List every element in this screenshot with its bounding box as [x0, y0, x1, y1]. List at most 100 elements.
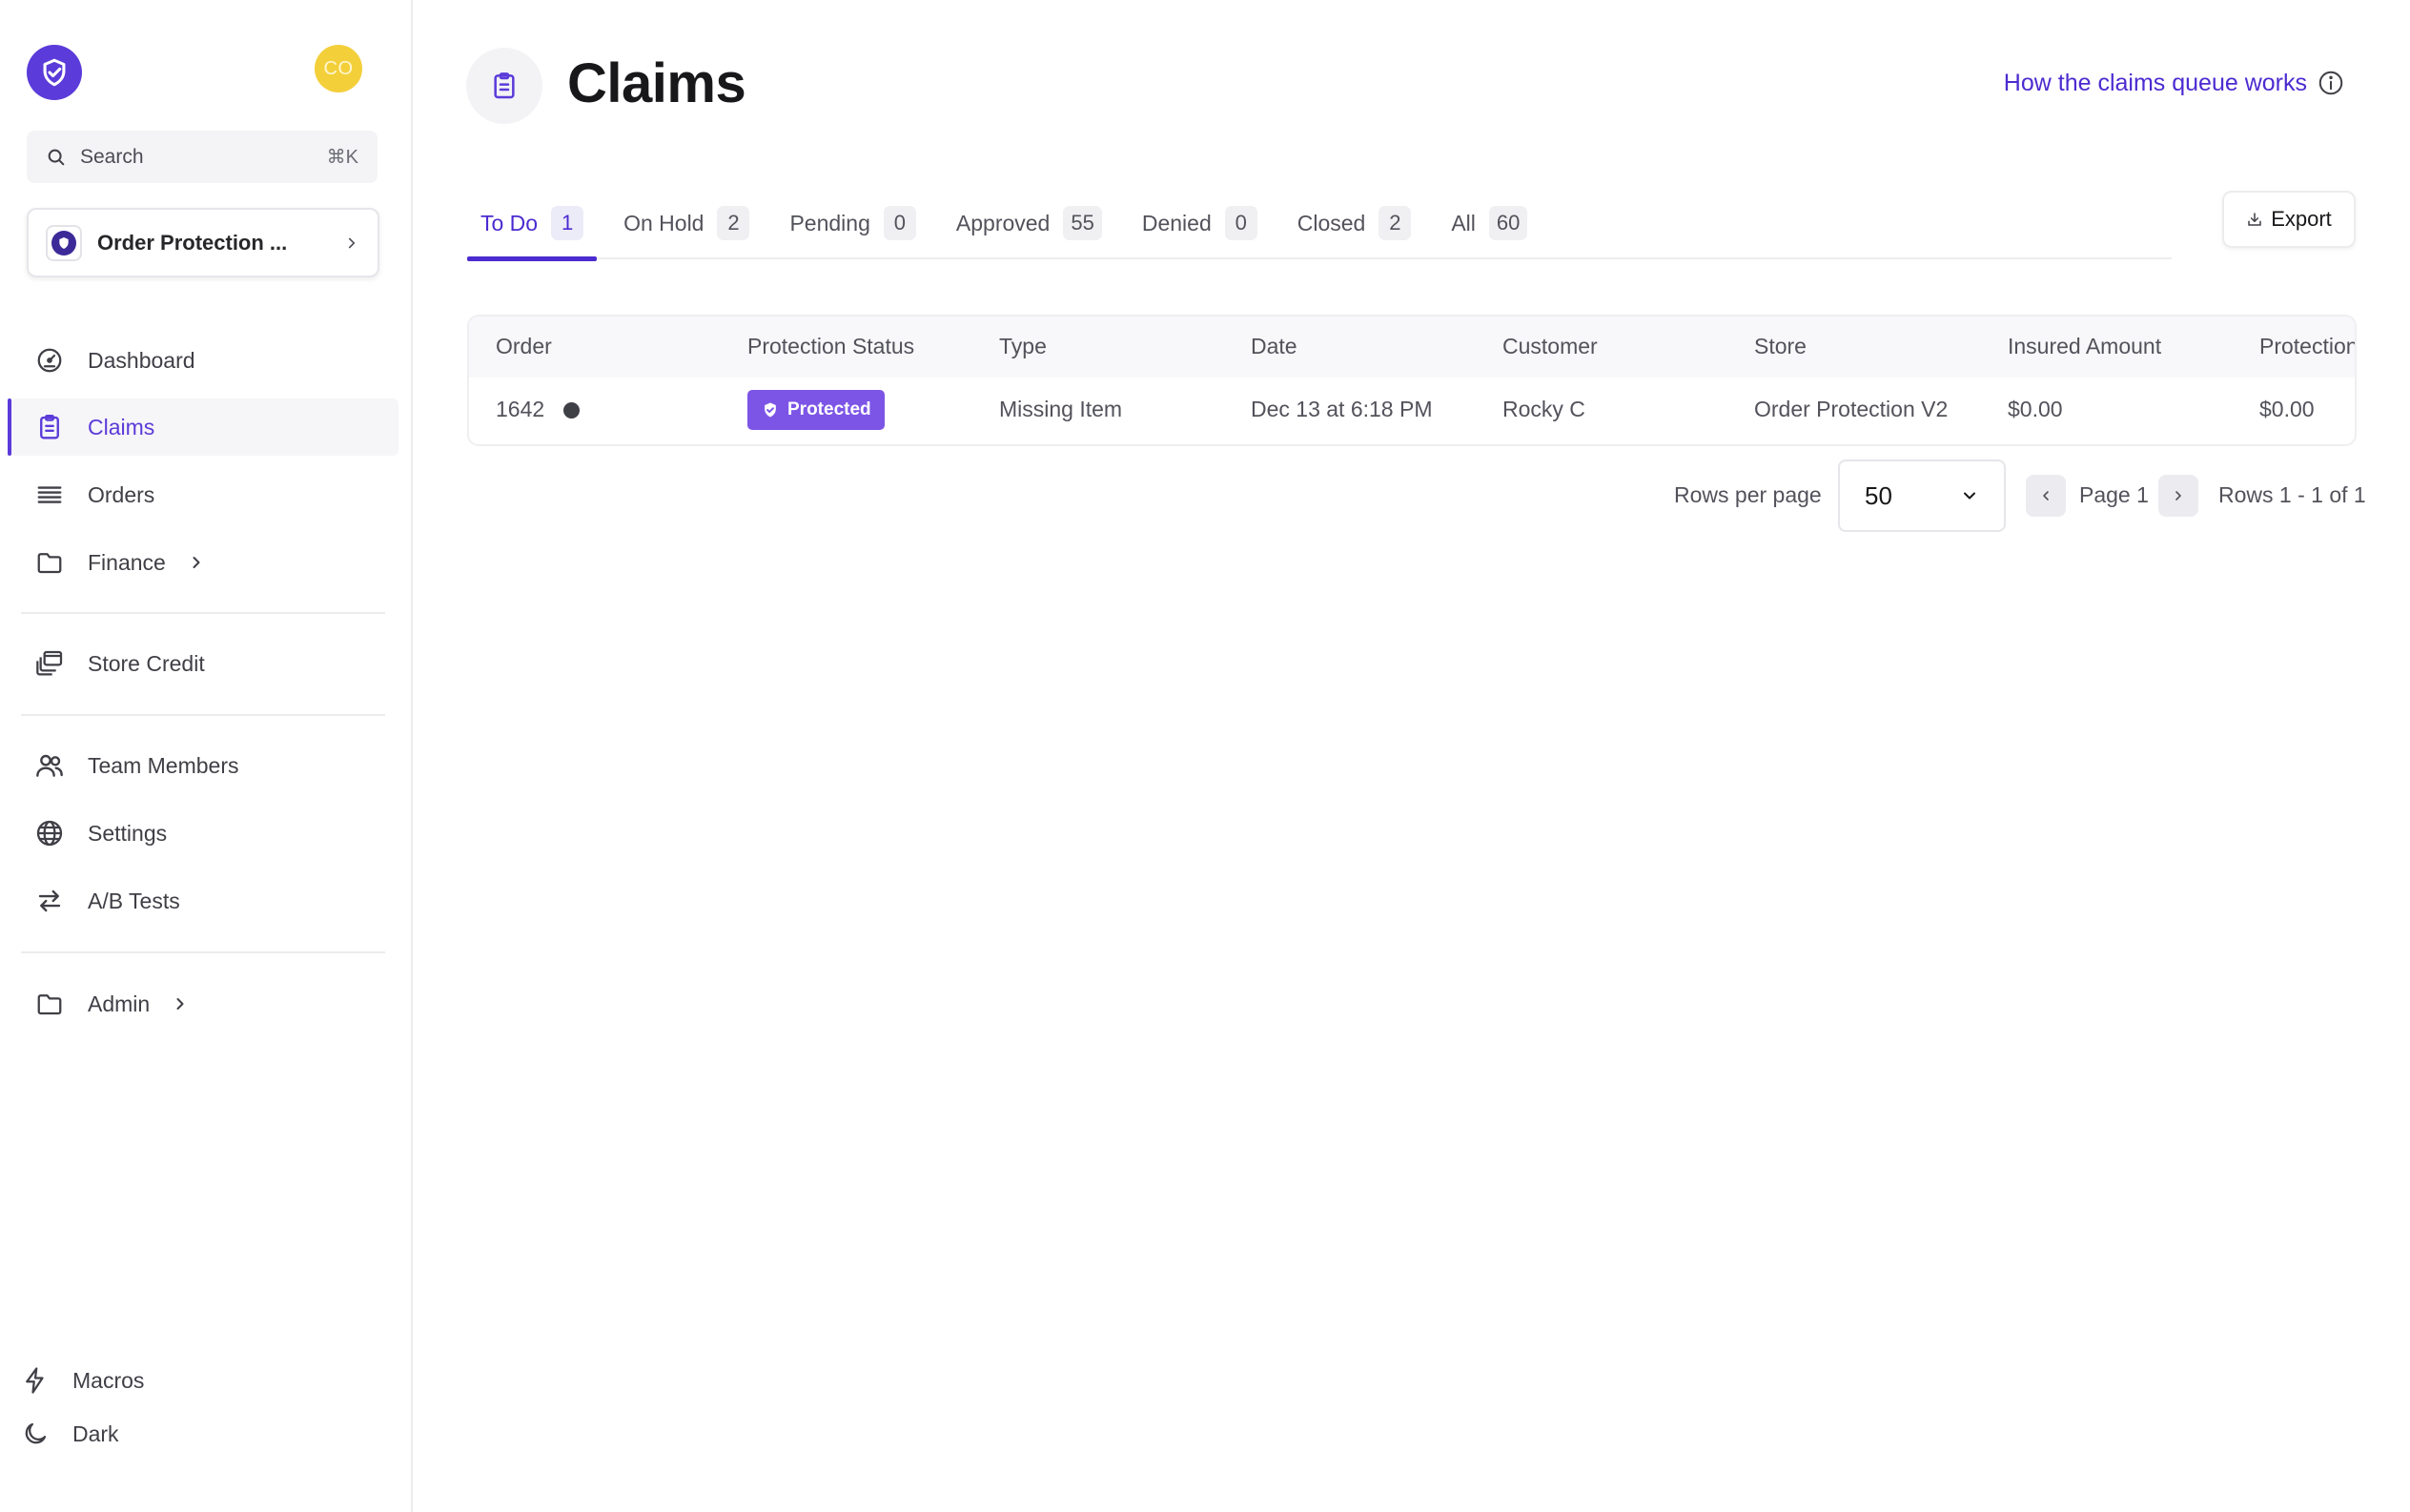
search-input[interactable]: Search ⌘K: [27, 131, 378, 183]
tab-pending[interactable]: Pending 0: [776, 187, 929, 259]
tab-label: Denied: [1141, 210, 1212, 235]
sidebar-item-label: Settings: [88, 820, 168, 846]
sidebar-item-store-credit[interactable]: Store Credit: [10, 635, 398, 692]
dashboard-gauge-icon: [37, 348, 62, 373]
chevron-right-icon: [348, 237, 356, 248]
protection-status-cell: Protected: [747, 390, 885, 430]
store-switcher-name: Order Protection ...: [97, 230, 288, 255]
tab-label: Pending: [789, 210, 870, 235]
protection-cell: $0.00: [2259, 397, 2315, 421]
page-icon: [466, 48, 542, 124]
rows-per-page-value: 50: [1865, 480, 1892, 510]
sidebar: CO Search ⌘K Order Protection ... Dashbo…: [0, 0, 413, 1512]
column-header-type[interactable]: Type: [999, 334, 1047, 359]
tab-count-badge: 55: [1063, 206, 1102, 240]
store-credit-icon: [36, 650, 63, 676]
clipboard-icon: [494, 72, 515, 99]
table-row[interactable]: 1642 Protected Missing Item Dec 13 at 6:…: [469, 378, 2355, 444]
rows-per-page-select[interactable]: 50: [1838, 460, 2006, 532]
customer-cell: Rocky C: [1502, 397, 1585, 421]
chevron-left-icon: [2043, 491, 2049, 501]
tab-label: Approved: [955, 210, 1051, 235]
clipboard-icon: [40, 414, 59, 439]
macros-label: Macros: [72, 1367, 145, 1393]
order-cell: 1642: [496, 397, 581, 422]
column-header-order[interactable]: Order: [496, 334, 552, 359]
tab-to-do[interactable]: To Do 1: [467, 187, 598, 261]
chevron-right-icon: [176, 998, 184, 1010]
page-label: Page 1: [2079, 482, 2149, 507]
tab-label: To Do: [480, 210, 539, 235]
sidebar-item-finance[interactable]: Finance: [10, 534, 398, 591]
rows-per-page-label: Rows per page: [1674, 482, 1822, 507]
insured-amount-cell: $0.00: [2008, 397, 2063, 421]
sidebar-divider: [21, 714, 385, 716]
column-header-protection[interactable]: Protection: [2259, 334, 2355, 359]
folder-icon: [37, 553, 62, 574]
users-icon: [36, 754, 63, 777]
tab-all[interactable]: All 60: [1438, 187, 1541, 259]
sidebar-item-claims[interactable]: Claims: [8, 398, 398, 456]
table-header-row: Order Protection Status Type Date Custom…: [469, 317, 2355, 378]
help-link-label: How the claims queue works: [2003, 69, 2307, 96]
store-switcher-button[interactable]: Order Protection ...: [27, 208, 379, 277]
tab-closed[interactable]: Closed 2: [1284, 187, 1425, 259]
moon-icon: [25, 1422, 47, 1444]
export-label: Export: [2271, 207, 2332, 231]
type-cell: Missing Item: [999, 397, 1123, 421]
tab-approved[interactable]: Approved 55: [943, 187, 1115, 259]
tab-label: All: [1451, 210, 1476, 235]
column-header-store[interactable]: Store: [1754, 334, 1807, 359]
macros-button[interactable]: Macros: [21, 1361, 144, 1400]
shield-check-icon: [765, 402, 776, 418]
tab-label: Closed: [1297, 210, 1366, 235]
sidebar-item-team-members[interactable]: Team Members: [10, 737, 398, 794]
tab-count-badge: 2: [1379, 206, 1412, 240]
pagination: Rows per page 50 Page 1 Rows 1 - 1 of 1: [0, 458, 2410, 534]
date-cell: Dec 13 at 6:18 PM: [1251, 397, 1433, 421]
claims-queue-help-link[interactable]: How the claims queue works: [2004, 69, 2345, 97]
page-title: Claims: [567, 52, 746, 114]
dark-mode-label: Dark: [72, 1420, 119, 1446]
export-button[interactable]: Export: [2222, 191, 2356, 248]
chevron-down-icon: [1964, 492, 1975, 500]
download-icon: [2248, 213, 2261, 226]
shield-check-icon: [43, 58, 66, 87]
status-dot: [563, 402, 581, 419]
sidebar-item-label: A/B Tests: [88, 888, 180, 913]
sidebar-item-ab-tests[interactable]: A/B Tests: [10, 872, 398, 930]
app-logo[interactable]: [27, 45, 82, 100]
dark-mode-toggle[interactable]: Dark: [21, 1415, 119, 1453]
rows-range-label: Rows 1 - 1 of 1: [2218, 482, 2366, 507]
column-header-customer[interactable]: Customer: [1502, 334, 1598, 359]
chevron-right-icon: [2175, 491, 2181, 501]
tab-denied[interactable]: Denied 0: [1129, 187, 1271, 259]
shield-heart-icon: [59, 236, 69, 249]
sidebar-item-admin[interactable]: Admin: [10, 975, 398, 1032]
folder-icon: [37, 994, 62, 1015]
globe-icon: [36, 820, 63, 847]
protected-badge-label: Protected: [787, 399, 871, 419]
store-cell: Order Protection V2: [1754, 397, 1949, 421]
tab-count-badge: 2: [717, 206, 750, 240]
next-page-button[interactable]: [2158, 475, 2198, 517]
search-shortcut: ⌘K: [326, 147, 358, 168]
tab-on-hold[interactable]: On Hold 2: [610, 187, 763, 259]
sidebar-divider: [21, 612, 385, 614]
sidebar-item-dashboard[interactable]: Dashboard: [10, 332, 398, 389]
tab-count-badge: 60: [1488, 206, 1528, 240]
user-avatar[interactable]: CO: [315, 45, 362, 92]
previous-page-button[interactable]: [2026, 475, 2066, 517]
column-header-insured-amount[interactable]: Insured Amount: [2008, 334, 2161, 359]
sidebar-item-label: Store Credit: [88, 650, 205, 676]
claims-status-tabs: To Do 1 On Hold 2 Pending 0 Approved 55 …: [467, 187, 2172, 261]
info-icon: [2318, 71, 2343, 95]
tab-label: On Hold: [623, 210, 705, 235]
sidebar-item-settings[interactable]: Settings: [10, 805, 398, 862]
sidebar-divider: [21, 951, 385, 953]
column-header-protection-status[interactable]: Protection Status: [747, 334, 914, 359]
sidebar-item-label: Dashboard: [88, 347, 195, 373]
sidebar-item-label: Claims: [88, 414, 155, 439]
claims-table: Order Protection Status Type Date Custom…: [467, 315, 2357, 446]
column-header-date[interactable]: Date: [1251, 334, 1297, 359]
